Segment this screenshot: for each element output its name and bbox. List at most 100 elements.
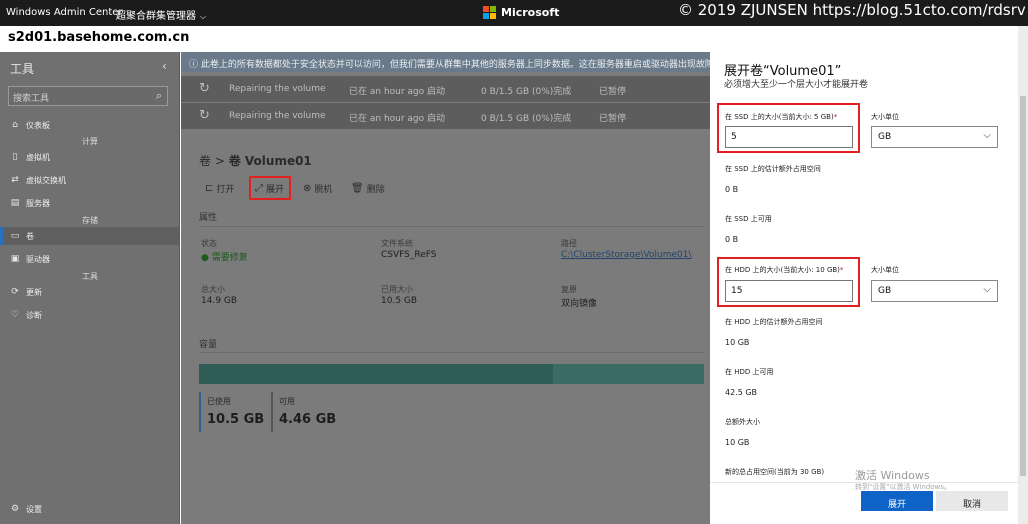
status-text: 需要修复 [211, 253, 248, 263]
nav-item-label: 虚拟机 [26, 152, 50, 162]
properties-divider [199, 226, 704, 227]
ssd-size-input[interactable]: 5 [725, 126, 853, 148]
hdd-size-label-text: 在 HDD 上的大小(当前大小: 10 GB) [725, 266, 840, 274]
expand-highlight-box [249, 176, 291, 200]
properties-title: 属性 [199, 213, 218, 223]
brand-name: Microsoft [501, 6, 560, 19]
hdd-unit-value: GB [878, 286, 892, 296]
used-size-value: 10.5 GB [381, 296, 418, 306]
nav-group-compute: 计算 [82, 137, 98, 146]
ssd-unit-select[interactable]: GB ⌵ [871, 126, 998, 148]
job-progress: 0 B/1.5 GB (0%)完成 [481, 114, 572, 124]
total-size-value: 14.9 GB [201, 296, 238, 306]
available-marker [271, 392, 273, 432]
settings-icon: ⚙ [10, 504, 20, 514]
context-label: 超聚合群集管理器 [116, 11, 196, 22]
delete-label: 删除 [366, 185, 385, 195]
available-value: 4.46 GB [279, 412, 337, 427]
required-mark: * [833, 113, 838, 121]
expand-volume-panel: 展开卷“Volume01” 必须增大至少一个层大小才能展开卷 在 SSD 上的大… [710, 40, 1018, 524]
nav-item-label: 设置 [26, 504, 42, 514]
nav-title: 工具 [10, 62, 35, 76]
job-state: 已暂停 [599, 87, 627, 97]
watermark: © 2019 ZJUNSEN https://blog.51cto.com/rd… [678, 1, 1026, 19]
nav-item-updates[interactable]: ⟳ 更新 [10, 283, 175, 301]
main-content: ⓘ 此卷上的所有数据都处于安全状态并可以访问，但我们需要从群集中其他的服务器上同… [181, 52, 710, 524]
warning-check-icon: ● [201, 253, 212, 263]
used-label: 已使用 [207, 397, 231, 406]
nav-group-storage: 存储 [82, 216, 98, 225]
nav-item-dashboard[interactable]: ⌂ 仪表板 [10, 116, 175, 134]
nav-item-servers[interactable]: ▤ 服务器 [10, 194, 175, 212]
path-link[interactable]: C:\ClusterStorage\Volume01\ [561, 250, 692, 260]
hdd-unit-label: 大小单位 [871, 266, 899, 274]
nav-item-settings[interactable]: ⚙ 设置 [10, 500, 175, 518]
nav-item-label: 虚拟交换机 [26, 175, 66, 185]
ssd-unit-value: GB [878, 132, 892, 142]
diagnostics-icon: ♡ [10, 310, 20, 320]
resiliency-value: 双向镜像 [561, 299, 598, 309]
open-button[interactable]: ⊏ 打开 [205, 182, 234, 195]
progress-spinner-icon: ↻ [199, 81, 210, 96]
delete-button[interactable]: 🗑 删除 [351, 182, 385, 195]
open-label: 打开 [216, 185, 235, 195]
path-label: 路径 [561, 239, 577, 248]
context-switcher[interactable]: 超聚合群集管理器 ⌵ [116, 7, 206, 22]
job-name: Repairing the volume [229, 84, 326, 94]
offline-icon: ⊗ [303, 183, 312, 194]
volume-icon: ▭ [10, 231, 20, 241]
dashboard-icon: ⌂ [12, 120, 18, 130]
folder-open-icon: ⊏ [205, 183, 214, 194]
vm-icon: ▯ [12, 152, 18, 162]
panel-scrollbar[interactable] [1018, 26, 1028, 524]
filesystem-label: 文件系统 [381, 239, 413, 248]
progress-spinner-icon: ↻ [199, 108, 210, 123]
collapse-chevron-icon[interactable]: ‹ [162, 59, 167, 73]
chevron-down-icon: ⌵ [200, 12, 207, 21]
cancel-button[interactable]: 取消 [936, 491, 1008, 511]
job-started: 已在 an hour ago 启动 [349, 87, 446, 97]
ssd-size-label-text: 在 SSD 上的大小(当前大小: 5 GB) [725, 113, 834, 121]
server-name: s2d01.basehome.com.cn [8, 30, 190, 45]
breadcrumb: 卷 > 卷 Volume01 [199, 152, 312, 169]
ssd-unit-label: 大小单位 [871, 113, 899, 121]
nav-item-label: 诊断 [26, 310, 42, 320]
nav-item-drives[interactable]: ▣ 驱动器 [10, 250, 175, 268]
hdd-unit-select[interactable]: GB ⌵ [871, 280, 998, 302]
app-name[interactable]: Windows Admin Center [6, 7, 123, 18]
hdd-avail-label: 在 HDD 上可用 [725, 368, 774, 376]
search-icon[interactable]: ⌕ [156, 89, 162, 103]
total-extra-label: 总额外大小 [725, 418, 760, 426]
ssd-avail-label: 在 SSD 上可用 [725, 215, 772, 223]
capacity-title: 容量 [199, 340, 218, 350]
info-banner: ⓘ 此卷上的所有数据都处于安全状态并可以访问，但我们需要从群集中其他的服务器上同… [181, 52, 710, 72]
scrollbar-thumb[interactable] [1020, 96, 1026, 476]
expand-confirm-button[interactable]: 展开 [861, 491, 933, 511]
nav-item-vm[interactable]: ▯ 虚拟机 [10, 148, 175, 166]
breadcrumb-root[interactable]: 卷 [199, 154, 211, 168]
offline-button[interactable]: ⊗ 脱机 [303, 182, 332, 195]
used-size-label: 已用大小 [381, 285, 413, 294]
nav-item-diagnostics[interactable]: ♡ 诊断 [10, 306, 175, 324]
nav-group-tools: 工具 [82, 272, 98, 281]
panel-footer-divider [710, 482, 1018, 483]
nav-item-label: 仪表板 [26, 120, 50, 130]
nav-item-label: 驱动器 [26, 254, 50, 264]
tool-search-input[interactable]: 搜索工具 ⌕ [8, 86, 168, 106]
switch-icon: ⇄ [11, 175, 19, 185]
left-nav: 工具 ‹ 搜索工具 ⌕ ⌂ 仪表板 计算 ▯ 虚拟机 ⇄ 虚拟交换机 ▤ 服务器 存储 ▭… [0, 52, 180, 524]
hdd-size-input[interactable]: 15 [725, 280, 853, 302]
search-placeholder: 搜索工具 [13, 94, 50, 104]
nav-item-virtual-switch[interactable]: ⇄ 虚拟交换机 [10, 171, 175, 189]
nav-item-label: 服务器 [26, 198, 50, 208]
breadcrumb-separator: > [214, 154, 225, 168]
microsoft-logo-icon [483, 6, 496, 19]
job-started: 已在 an hour ago 启动 [349, 114, 446, 124]
resiliency-label: 复原 [561, 285, 577, 294]
hdd-est-label: 在 HDD 上的估计额外占用空间 [725, 318, 823, 326]
info-text: 此卷上的所有数据都处于安全状态并可以访问，但我们需要从群集中其他的服务器上同步数… [200, 60, 710, 70]
nav-item-volumes[interactable]: ▭ 卷 [0, 227, 179, 245]
chevron-down-icon: ⌵ [983, 284, 991, 295]
total-size-label: 总大小 [201, 285, 225, 294]
hdd-avail-value: 42.5 GB [725, 388, 758, 397]
